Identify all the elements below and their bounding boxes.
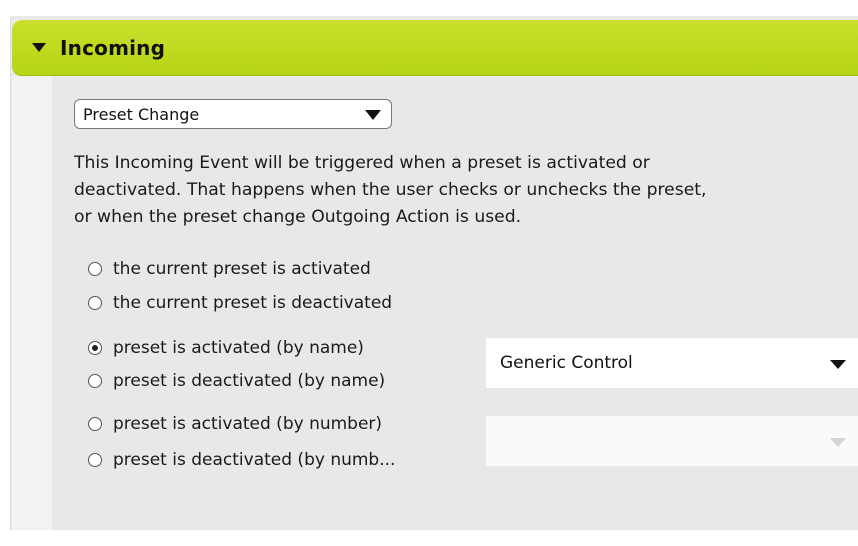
radio-label: the current preset is deactivated [113,293,393,313]
incoming-section-body: Preset Change This Incoming Event will b… [52,76,858,530]
radio-deactivated-by-number[interactable]: preset is deactivated (by numb... [88,450,395,470]
triangle-down-icon [365,110,381,120]
preset-name-select[interactable]: Generic Control [486,338,858,388]
radio-button[interactable] [88,374,102,388]
incoming-section-header[interactable]: Incoming [12,20,858,76]
description-line: This Incoming Event will be triggered wh… [74,153,650,173]
event-description: This Incoming Event will be triggered wh… [74,150,858,231]
radio-label: preset is activated (by name) [113,338,364,358]
triangle-down-icon [830,438,846,447]
radio-deactivated-by-name[interactable]: preset is deactivated (by name) [88,371,385,391]
description-line: deactivated. That happens when the user … [74,180,707,200]
radio-current-activated[interactable]: the current preset is activated [88,259,371,279]
preset-name-value: Generic Control [500,353,633,373]
radio-button[interactable] [88,453,102,467]
left-gutter [12,76,52,530]
radio-button[interactable] [88,262,102,276]
radio-label: preset is deactivated (by numb... [113,450,396,470]
event-type-select[interactable]: Preset Change [74,99,392,129]
radio-button[interactable] [88,296,102,310]
triangle-down-icon[interactable] [32,43,46,52]
radio-button[interactable] [88,417,102,431]
radio-activated-by-number[interactable]: preset is activated (by number) [88,414,382,434]
radio-label: preset is deactivated (by name) [113,371,386,391]
radio-label: the current preset is activated [113,259,371,279]
radio-current-deactivated[interactable]: the current preset is deactivated [88,293,392,313]
preset-number-select[interactable] [486,416,858,466]
radio-label: preset is activated (by number) [113,414,383,434]
radio-activated-by-name[interactable]: preset is activated (by name) [88,338,364,358]
radio-button-selected[interactable] [88,341,102,355]
triangle-down-icon [830,360,846,369]
page: Incoming Preset Change This Incoming Eve… [0,0,858,546]
event-type-value: Preset Change [83,104,200,124]
section-title: Incoming [60,35,166,60]
description-line: or when the preset change Outgoing Actio… [74,207,522,227]
